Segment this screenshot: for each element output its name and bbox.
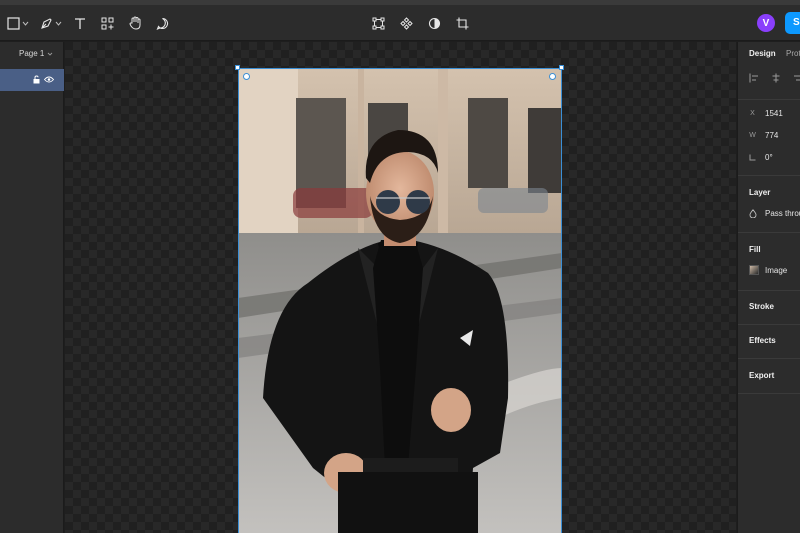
chevron-down-icon	[22, 21, 29, 26]
selected-image-frame[interactable]	[238, 68, 562, 533]
fill-type-label: Image	[765, 265, 788, 275]
page-selector[interactable]: Page 1	[19, 49, 53, 58]
pen-icon	[41, 17, 52, 29]
align-right-icon[interactable]	[793, 73, 800, 83]
rotation-field[interactable]: 0°	[749, 153, 773, 162]
unlock-icon[interactable]	[32, 75, 41, 84]
pen-tool[interactable]	[40, 13, 62, 33]
component-tool[interactable]	[400, 13, 413, 33]
corner-radius-handle-right[interactable]	[549, 73, 556, 80]
blend-mode-icon	[749, 209, 757, 218]
share-button[interactable]: Share	[785, 12, 800, 34]
user-avatar[interactable]: V	[757, 14, 775, 32]
resources-tool[interactable]	[101, 13, 114, 33]
divider	[738, 324, 800, 325]
resize-handle-top-right[interactable]	[559, 65, 564, 70]
effects-section-title[interactable]: Effects	[749, 336, 776, 345]
resources-icon	[101, 17, 114, 29]
corner-radius-handle-left[interactable]	[243, 73, 250, 80]
portrait-photo	[238, 68, 562, 533]
text-tool[interactable]	[74, 13, 86, 33]
rotation-angle-icon	[749, 154, 756, 161]
x-label: X	[750, 110, 755, 117]
text-icon	[75, 17, 85, 29]
canvas[interactable]	[65, 42, 736, 533]
x-value: 1541	[765, 109, 783, 118]
frame-tool[interactable]	[7, 13, 29, 33]
mask-icon	[428, 17, 441, 29]
layer-section-title: Layer	[749, 188, 771, 197]
properties-panel: Design Prototype X 1541 W 774 0° Layer P…	[737, 42, 800, 533]
comment-tool[interactable]	[156, 13, 169, 33]
frame-icon	[7, 16, 20, 30]
resize-handle-top-left[interactable]	[235, 65, 240, 70]
align-horizontal-center-icon[interactable]	[771, 73, 781, 83]
x-position-field[interactable]: X 1541	[749, 109, 783, 118]
export-section-title[interactable]: Export	[749, 371, 774, 380]
w-label: W	[749, 132, 756, 139]
stroke-section-title[interactable]: Stroke	[749, 302, 774, 311]
tab-design[interactable]: Design	[749, 49, 776, 58]
divider	[738, 358, 800, 359]
page-label: Page 1	[19, 49, 45, 58]
mask-tool[interactable]	[428, 13, 441, 33]
rotation-value: 0°	[765, 153, 773, 162]
hand-icon	[129, 16, 141, 30]
top-toolbar: V Share	[0, 5, 800, 41]
image-fill-swatch[interactable]	[749, 265, 759, 275]
edit-object-icon	[372, 17, 385, 29]
blend-mode-select[interactable]: Pass through	[749, 209, 800, 218]
alignment-controls	[749, 73, 800, 83]
divider	[738, 175, 800, 176]
blend-mode-value: Pass through	[765, 209, 800, 218]
crop-icon	[456, 17, 469, 29]
divider	[738, 393, 800, 394]
component-icon	[400, 16, 413, 30]
hand-tool[interactable]	[129, 13, 142, 33]
fill-section-title: Fill	[749, 245, 761, 254]
edit-object-tool[interactable]	[372, 13, 385, 33]
layers-panel: Page 1	[0, 42, 64, 533]
layer-row-selected[interactable]	[0, 69, 64, 91]
align-left-icon[interactable]	[749, 73, 759, 83]
fill-item[interactable]: Image	[749, 265, 787, 275]
crop-tool[interactable]	[456, 13, 469, 33]
divider	[738, 99, 800, 100]
divider	[738, 232, 800, 233]
comment-icon	[156, 17, 169, 30]
w-value: 774	[765, 131, 779, 140]
eye-icon[interactable]	[44, 76, 54, 83]
divider	[738, 290, 800, 291]
chevron-down-icon	[55, 21, 62, 26]
width-field[interactable]: W 774	[749, 131, 778, 140]
chevron-down-icon	[48, 52, 53, 56]
tab-prototype[interactable]: Prototype	[786, 49, 800, 58]
